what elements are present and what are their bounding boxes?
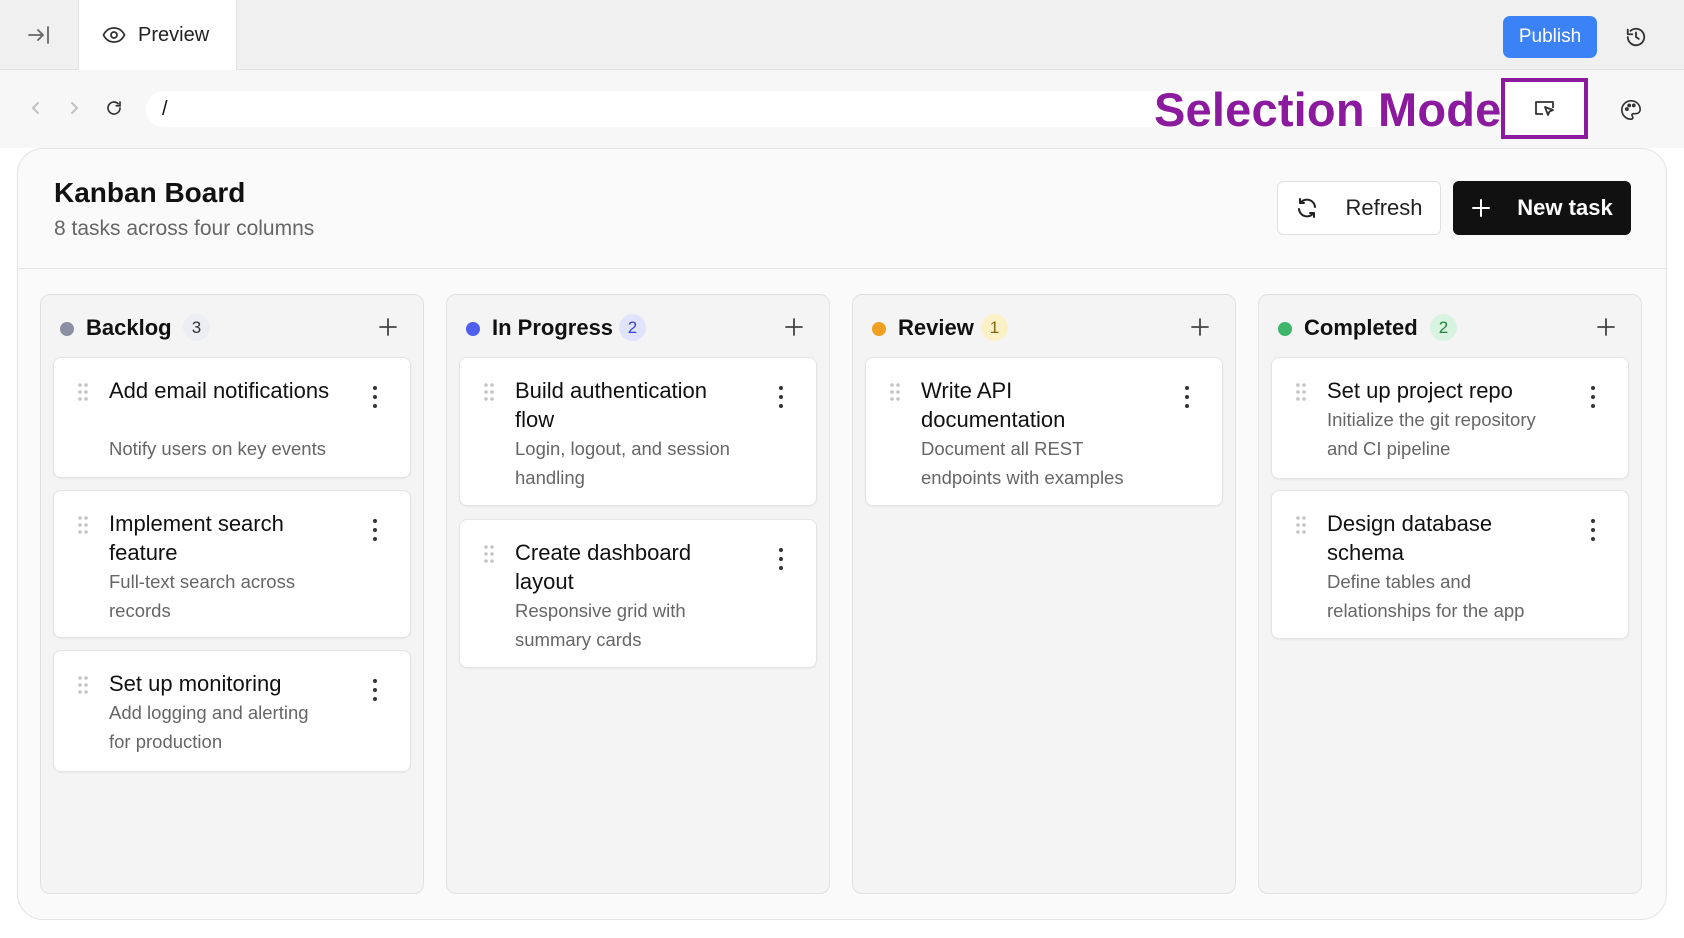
tab-preview[interactable]: Preview (78, 0, 237, 71)
plus-icon (379, 318, 397, 336)
card-title: Design database schema (1327, 511, 1493, 565)
column-header: Review 1 (853, 295, 1235, 361)
task-card[interactable]: Build authentication flow Login, logout,… (459, 357, 817, 506)
reload-button[interactable] (101, 95, 127, 121)
column-title: Review (898, 315, 974, 340)
add-card-button[interactable] (375, 314, 401, 340)
publish-button[interactable]: Publish (1503, 16, 1597, 58)
theme-palette-button[interactable] (1617, 96, 1645, 124)
page-title: Kanban Board (54, 177, 246, 208)
more-options-icon[interactable] (370, 386, 380, 408)
card-title: Write API documentation (921, 378, 1066, 432)
plus-icon (1472, 199, 1491, 217)
task-card[interactable]: Set up monitoring Add logging and alerti… (53, 650, 411, 772)
card-description: Add logging and alerting for production (109, 702, 309, 752)
page-subtitle: 8 tasks across four columns (54, 217, 315, 240)
more-options-icon[interactable] (1588, 386, 1598, 408)
column-completed: Completed 2 Set up project repo Initiali… (1258, 294, 1642, 894)
card-title: Set up project repo (1327, 378, 1513, 403)
drag-handle-icon[interactable] (483, 544, 495, 564)
drag-handle-icon[interactable] (1295, 382, 1307, 402)
column-status-dot (60, 322, 74, 336)
palette-icon (1621, 100, 1641, 120)
card-description: Document all REST endpoints with example… (921, 438, 1124, 488)
kanban-board: Kanban Board 8 tasks across four columns… (17, 148, 1667, 920)
card-description: Initialize the git repository and CI pip… (1327, 409, 1536, 459)
add-card-button[interactable] (1593, 314, 1619, 340)
select-cursor-icon (1534, 100, 1554, 116)
task-card[interactable]: Create dashboard layout Responsive grid … (459, 519, 817, 668)
new-task-label: New task (1517, 195, 1613, 220)
more-options-icon[interactable] (370, 519, 380, 541)
column-backlog: Backlog 3 Add email notifications Notify… (40, 294, 424, 894)
card-title: Create dashboard layout (515, 540, 692, 594)
column-header: In Progress 2 (447, 295, 829, 361)
selection-mode-button[interactable] (1501, 78, 1588, 139)
plus-icon (785, 318, 803, 336)
card-description: Define tables and relationships for the … (1327, 571, 1525, 621)
more-options-icon[interactable] (370, 679, 380, 701)
column-count-badge: 2 (1430, 314, 1457, 341)
board-header: Kanban Board 8 tasks across four columns… (18, 149, 1666, 269)
new-task-button[interactable]: New task (1453, 181, 1631, 235)
column-count-badge: 1 (981, 314, 1008, 341)
refresh-icon (1298, 198, 1317, 218)
column-status-dot (466, 322, 480, 336)
more-options-icon[interactable] (1182, 386, 1192, 408)
top-tab-bar: Preview Publish (0, 0, 1684, 71)
more-options-icon[interactable] (776, 386, 786, 408)
drag-handle-icon[interactable] (1295, 515, 1307, 535)
history-icon (1626, 27, 1646, 47)
back-button[interactable] (23, 95, 49, 121)
card-title: Build authentication flow (515, 378, 708, 432)
column-count-badge: 2 (619, 314, 646, 341)
chevron-left-icon (31, 102, 39, 114)
eye-icon (102, 27, 126, 43)
task-card[interactable]: Design database schema Define tables and… (1271, 490, 1629, 639)
add-card-button[interactable] (1187, 314, 1213, 340)
column-title: Backlog (86, 315, 172, 340)
column-title: In Progress (492, 315, 614, 340)
drag-handle-icon[interactable] (77, 675, 89, 695)
plus-icon (1597, 318, 1615, 336)
refresh-button[interactable]: Refresh (1277, 181, 1441, 235)
drag-handle-icon[interactable] (889, 382, 901, 402)
column-title: Completed (1304, 315, 1418, 340)
drag-handle-icon[interactable] (77, 515, 89, 535)
column-status-dot (1278, 322, 1292, 336)
column-in-progress: In Progress 2 Build authentication flow … (446, 294, 830, 894)
card-title: Set up monitoring (109, 671, 282, 696)
chevron-right-icon (71, 102, 79, 114)
collapse-icon (28, 26, 49, 44)
card-description: Full-text search across records (109, 571, 296, 621)
column-review: Review 1 Write API documentation Documen… (852, 294, 1236, 894)
column-header: Completed 2 (1259, 295, 1641, 361)
column-count-badge: 3 (183, 314, 210, 341)
address-bar: Selection Mode (0, 70, 1684, 148)
drag-handle-icon[interactable] (77, 382, 89, 402)
drag-handle-icon[interactable] (483, 382, 495, 402)
task-card[interactable]: Set up project repo Initialize the git r… (1271, 357, 1629, 479)
add-card-button[interactable] (781, 314, 807, 340)
selection-mode-label: Selection Mode (1154, 83, 1502, 136)
more-options-icon[interactable] (776, 548, 786, 570)
collapse-sidebar-button[interactable] (22, 20, 56, 50)
history-button[interactable] (1620, 22, 1652, 52)
column-header: Backlog 3 (41, 295, 423, 361)
task-card[interactable]: Write API documentation Document all RES… (865, 357, 1223, 506)
tab-preview-label: Preview (138, 23, 210, 46)
column-status-dot (872, 322, 886, 336)
refresh-label: Refresh (1345, 195, 1423, 220)
task-card[interactable]: Add email notifications Notify users on … (53, 357, 411, 478)
card-description: Login, logout, and session handling (515, 438, 730, 488)
card-description: Notify users on key events (109, 438, 326, 459)
forward-button[interactable] (61, 95, 87, 121)
card-title: Add email notifications (109, 378, 330, 403)
reload-icon (107, 101, 121, 115)
card-description: Responsive grid with summary cards (515, 600, 686, 650)
more-options-icon[interactable] (1588, 519, 1598, 541)
plus-icon (1191, 318, 1209, 336)
task-card[interactable]: Implement search feature Full-text searc… (53, 490, 411, 638)
card-title: Implement search feature (109, 511, 284, 565)
